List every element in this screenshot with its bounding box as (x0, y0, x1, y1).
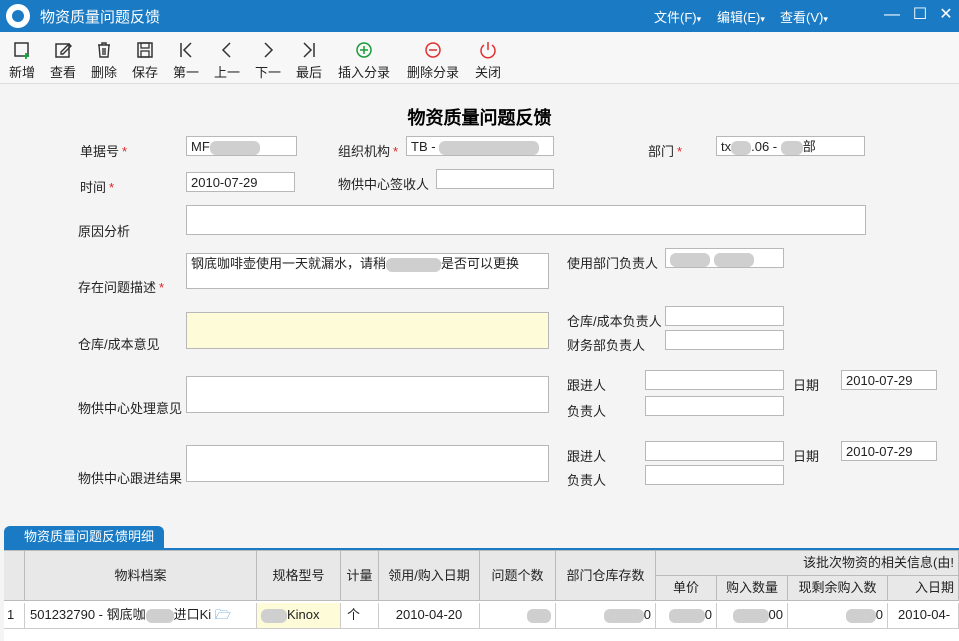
col-unit[interactable]: 计量 (341, 551, 379, 601)
date2-label: 日期 (793, 449, 820, 464)
cell-qty[interactable]: 00 (717, 603, 788, 629)
cell-buydate[interactable]: 2010-04- (888, 603, 959, 629)
cell-spec[interactable]: Kinox (257, 603, 341, 629)
close-icon[interactable]: ✕ (934, 4, 958, 26)
cell-count[interactable] (480, 603, 556, 629)
save-button[interactable]: 保存 (123, 38, 167, 82)
prev-button[interactable]: 上一 (205, 38, 249, 82)
cause-label: 原因分析 (78, 224, 131, 239)
time-label: 时间 * (80, 180, 115, 195)
col-spec[interactable]: 规格型号 (257, 551, 341, 601)
save-icon (137, 42, 153, 58)
org-field[interactable]: TB - (406, 136, 554, 156)
col-count[interactable]: 问题个数 (480, 551, 556, 601)
view-button[interactable]: 查看 (41, 38, 85, 82)
col-material[interactable]: 物料档案 (25, 551, 257, 601)
problem-label: 存在问题描述 * (78, 280, 165, 295)
col-date[interactable]: 领用/购入日期 (379, 551, 480, 601)
detail-grid: 物料档案 规格型号 计量 领用/购入日期 问题个数 部门仓库存数 该批次物资的相… (4, 550, 959, 641)
org-label: 组织机构 * (338, 144, 399, 159)
receiver-label: 物供中心签收人 (338, 177, 430, 192)
result-label: 物供中心跟进结果 (78, 471, 183, 486)
power-icon (480, 42, 496, 59)
user-mgr-field[interactable] (665, 248, 784, 268)
cell-material[interactable]: 501232790 - 钢底咖 进口Ki 🗁 (25, 603, 257, 629)
form-title: 物资质量问题反馈 (407, 108, 552, 128)
owner2-label: 负责人 (567, 473, 607, 488)
date-label: 日期 (793, 378, 820, 393)
add-button[interactable]: 新增 (0, 38, 44, 82)
edit-icon (55, 43, 72, 58)
date2-field[interactable]: 2010-07-29 (841, 441, 937, 461)
toolbar: 新增 查看 删除 保存 第一 上一 下一 最后 插入分录 删除分录 关闭 (0, 32, 959, 84)
maximize-icon[interactable]: ☐ (908, 4, 932, 26)
row-number: 1 (4, 603, 25, 629)
problem-field[interactable]: 钢底咖啡壶使用一天就漏水，请稍 是否可以更换 (186, 253, 549, 289)
warehouse-label: 仓库/成本意见 (78, 337, 160, 352)
result-field[interactable] (186, 445, 549, 482)
cell-price[interactable]: 0 (656, 603, 717, 629)
menu-view[interactable]: 查看(V)▾ (780, 7, 828, 26)
folder-icon[interactable]: 🗁 (215, 607, 231, 622)
last-button[interactable]: 最后 (287, 38, 331, 82)
row-number-header (4, 551, 25, 601)
dept-label: 部门 * (648, 144, 683, 159)
minus-circle-icon (425, 42, 441, 58)
cell-unit[interactable]: 个 (341, 603, 379, 629)
next-button[interactable]: 下一 (246, 38, 290, 82)
dept-field[interactable]: tx .06 - 部 (716, 136, 865, 156)
warehouse-field[interactable] (186, 312, 549, 349)
tab-detail[interactable]: 物资质量问题反馈明细 (4, 526, 164, 548)
insert-row-button[interactable]: 插入分录 (336, 38, 392, 82)
menu-edit[interactable]: 编辑(E)▾ (717, 7, 765, 26)
last-icon (303, 42, 315, 58)
date-field[interactable]: 2010-07-29 (841, 370, 937, 390)
cell-remain[interactable]: 0 (788, 603, 888, 629)
cell-date[interactable]: 2010-04-20 (379, 603, 480, 629)
first-button[interactable]: 第一 (164, 38, 208, 82)
time-field[interactable]: 2010-07-29 (186, 172, 295, 192)
follow2-label: 跟进人 (567, 449, 607, 464)
follow2-field[interactable] (645, 441, 784, 461)
follow-label: 跟进人 (567, 378, 607, 393)
delete-row-button[interactable]: 删除分录 (405, 38, 461, 82)
fin-mgr-label: 财务部负责人 (567, 338, 646, 353)
col-buydate[interactable]: 入日期 (888, 576, 959, 601)
cell-stock[interactable]: 0 (556, 603, 656, 629)
app-logo-icon (6, 4, 30, 28)
col-group-batch-info: 该批次物资的相关信息(由! (656, 551, 959, 576)
col-stock[interactable]: 部门仓库存数 (556, 551, 656, 601)
first-icon (180, 42, 192, 58)
title-bar: 物资质量问题反馈 文件(F)▾ 编辑(E)▾ 查看(V)▾ — ☐ ✕ (0, 0, 959, 32)
user-mgr-label: 使用部门负责人 (567, 256, 659, 271)
minimize-icon[interactable]: — (880, 4, 904, 26)
delete-button[interactable]: 删除 (82, 38, 126, 82)
col-remain[interactable]: 现剩余购入数 (788, 576, 888, 601)
doc-no-label: 单据号 * (80, 144, 128, 159)
follow-field[interactable] (645, 370, 784, 390)
receiver-field[interactable] (436, 169, 554, 189)
trash-icon (98, 42, 110, 58)
col-price[interactable]: 单价 (656, 576, 717, 601)
doc-no-field[interactable]: MF (186, 136, 297, 156)
wh-mgr-field[interactable] (665, 306, 784, 326)
menu-file[interactable]: 文件(F)▾ (654, 7, 701, 26)
col-qty[interactable]: 购入数量 (717, 576, 788, 601)
window-title: 物资质量问题反馈 (40, 9, 161, 26)
process-field[interactable] (186, 376, 549, 413)
next-icon (264, 42, 274, 58)
wh-mgr-label: 仓库/成本负责人 (567, 314, 662, 329)
add-icon (14, 42, 29, 59)
prev-icon (221, 42, 231, 58)
plus-circle-icon (356, 42, 372, 58)
fin-mgr-field[interactable] (665, 330, 784, 350)
cause-field[interactable] (186, 205, 866, 235)
owner-field[interactable] (645, 396, 784, 416)
close-button[interactable]: 关闭 (466, 38, 510, 82)
owner-label: 负责人 (567, 404, 607, 419)
owner2-field[interactable] (645, 465, 784, 485)
process-label: 物供中心处理意见 (78, 401, 183, 416)
